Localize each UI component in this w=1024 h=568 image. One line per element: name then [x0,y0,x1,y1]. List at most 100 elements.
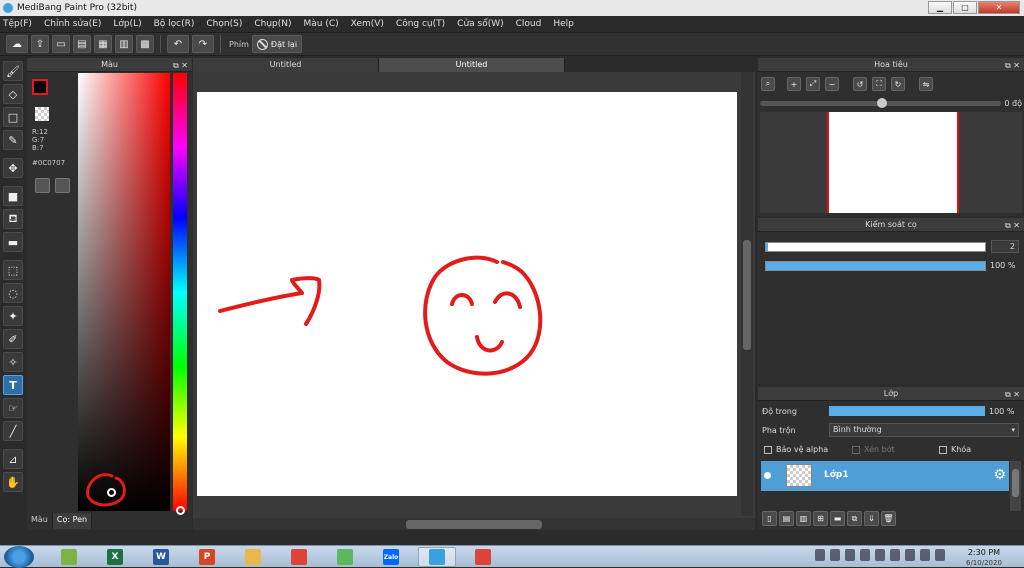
redo-icon[interactable]: ↷ [192,35,214,53]
navigator-preview[interactable] [760,112,1022,213]
brush-size-value[interactable]: 2 [991,240,1019,253]
drawing-canvas[interactable] [197,92,737,496]
clipping-checkbox[interactable]: Xén bớt [852,445,895,454]
taskbar-app[interactable] [464,547,502,567]
tab-brush-pen[interactable]: Cọ: Pen [52,513,93,529]
cloud-icon[interactable]: ☁ [6,35,28,53]
grid-icon[interactable]: ▥ [115,35,133,53]
menu-edit[interactable]: Chỉnh sửa(E) [44,19,101,29]
chat-icon[interactable]: ▤ [73,35,91,53]
duplicate-layer-icon[interactable]: ⧉ [847,511,862,526]
delete-layer-icon[interactable]: 🗑 [881,511,896,526]
menu-help[interactable]: Help [553,19,574,29]
fill-rectangle-tool-icon[interactable]: ■ [3,186,23,206]
menu-view[interactable]: Xem(V) [351,19,384,29]
protect-alpha-checkbox[interactable]: Bảo vệ alpha [764,445,828,454]
visibility-eye-icon[interactable] [764,472,771,479]
vertical-scroll-thumb[interactable] [743,240,751,350]
palette-icon[interactable] [35,178,50,193]
document-icon[interactable]: ▦ [94,35,112,53]
rectangle-tool-icon[interactable]: □ [3,107,23,127]
text-tool-icon[interactable]: T [3,375,23,395]
rotate-right-icon[interactable]: ↻ [891,77,905,91]
panels-icon[interactable]: ▩ [136,35,154,53]
hue-cursor[interactable] [176,506,185,515]
foreground-color-swatch[interactable] [32,79,48,95]
menu-cloud[interactable]: Cloud [516,19,542,29]
eraser-tool-icon[interactable]: ◇ [3,84,23,104]
merge-down-icon[interactable]: ⇓ [864,511,879,526]
signal-icon[interactable] [920,549,930,561]
close-button[interactable]: ✕ [978,1,1020,14]
menu-filter[interactable]: Bộ lọc(R) [154,19,195,29]
bucket-tool-icon[interactable]: ⛾ [3,209,23,229]
horizontal-scroll-thumb[interactable] [406,520,542,529]
taskbar-app[interactable] [50,547,88,567]
new-halftone-layer-icon[interactable]: ▤ [779,511,794,526]
tab-color[interactable]: Màu [27,513,53,529]
taskbar-app[interactable] [280,547,318,567]
taskbar-app[interactable] [418,547,456,567]
brush-opacity-slider[interactable] [765,261,986,271]
gradient-tool-icon[interactable]: ▬ [3,232,23,252]
flip-icon[interactable]: ⇋ [919,77,933,91]
magic-wand-tool-icon[interactable]: ✦ [3,306,23,326]
select-pen-tool-icon[interactable]: ✐ [3,329,23,349]
taskbar-app[interactable] [326,547,364,567]
taskbar-app[interactable]: W [142,547,180,567]
panel-close-icon[interactable]: ⧉ ✕ [1005,59,1020,73]
reset-button[interactable]: Đặt lại [251,35,303,53]
tab-document-1[interactable]: Untitled [193,58,379,72]
brush-size-slider[interactable] [765,242,986,252]
rotation-slider-thumb[interactable] [877,98,887,108]
tray-icon[interactable] [845,549,855,561]
blend-mode-select[interactable]: Bình thường ▾ [829,423,1019,437]
move-tool-icon[interactable]: ✥ [3,158,23,178]
new-folder-icon[interactable]: ▬ [830,511,845,526]
new-8bit-layer-icon[interactable]: ▥ [796,511,811,526]
menu-file[interactable]: Tệp(F) [3,19,32,29]
panel-close-icon[interactable]: ⧉ ✕ [173,59,188,73]
menu-color[interactable]: Màu (C) [304,19,339,29]
minimize-button[interactable]: ▁ [928,1,952,14]
rotation-slider[interactable] [760,98,1001,108]
fit-screen-icon[interactable]: ⛶ [872,77,886,91]
pen-tool-icon[interactable]: ✎ [3,130,23,150]
zoom-out-icon[interactable]: − [825,77,839,91]
brush-tool-icon[interactable]: 🖌 [3,61,23,81]
color-settings-icon[interactable] [55,178,70,193]
tray-icon[interactable] [875,549,885,561]
layer-row[interactable]: Lớp1 ⚙ [761,461,1009,491]
start-button[interactable] [4,546,34,568]
maximize-button[interactable]: ▢ [953,1,977,14]
operation-tool-icon[interactable]: ☞ [3,398,23,418]
tray-icon[interactable] [815,549,825,561]
menu-tools[interactable]: Công cụ(T) [396,19,445,29]
taskbar-app[interactable]: X [96,547,134,567]
saturation-value-picker[interactable] [78,73,170,511]
select-eraser-tool-icon[interactable]: ✧ [3,352,23,372]
rotate-left-icon[interactable]: ↺ [853,77,867,91]
zoom-icon[interactable]: ⌕ [761,77,775,91]
hue-slider[interactable] [173,73,187,511]
share-icon[interactable]: ⇪ [31,35,49,53]
lasso-tool-icon[interactable]: ◌ [3,283,23,303]
volume-icon[interactable] [905,549,915,561]
hand-tool-icon[interactable]: ✋ [3,472,23,492]
horizontal-scrollbar[interactable] [193,518,755,530]
gear-icon[interactable]: ⚙ [993,467,1006,483]
add-layer-menu-icon[interactable]: ⊞ [813,511,828,526]
lock-checkbox[interactable]: Khóa [939,445,971,454]
tab-document-2[interactable]: Untitled [379,58,565,72]
tray-icon[interactable] [860,549,870,561]
taskbar-app[interactable]: P [188,547,226,567]
zoom-in-icon[interactable]: + [787,77,801,91]
network-icon[interactable] [890,549,900,561]
select-rect-tool-icon[interactable]: ⬚ [3,260,23,280]
taskbar-app[interactable]: Zalo [372,547,410,567]
vertical-scrollbar[interactable] [741,72,753,516]
tray-icon[interactable] [830,549,840,561]
language-icon[interactable] [935,549,945,561]
transparent-color-swatch[interactable] [35,107,49,121]
menu-capture[interactable]: Chụp(N) [254,19,291,29]
